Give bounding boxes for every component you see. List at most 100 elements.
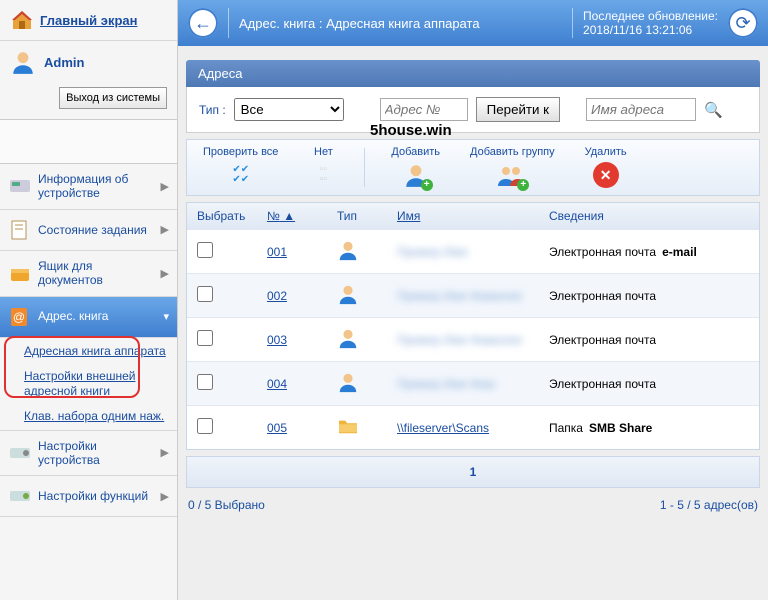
row-details: Электронная почта: [549, 289, 749, 303]
filter-bar: Тип : Все Перейти к 🔍: [186, 87, 760, 133]
refresh-icon: ⟳: [735, 13, 750, 34]
chevron-right-icon: ▶: [161, 180, 169, 193]
delete-icon: ✕: [591, 161, 621, 189]
sidebar-nav: Информация об устройстве ▶ Состояние зад…: [0, 164, 177, 517]
document-box-icon: [8, 261, 32, 285]
type-label: Тип :: [199, 103, 226, 117]
add-group-icon: +: [497, 161, 527, 189]
toolbar: Проверить все ✔✔✔✔ Нет ▫▫▫▫ Добавить + Д: [186, 139, 760, 196]
status-row: 0 / 5 Выбрано 1 - 5 / 5 адрес(ов): [186, 494, 760, 516]
chevron-right-icon: ▶: [161, 490, 169, 503]
row-no-link[interactable]: 003: [267, 333, 287, 347]
table-row: 003 Пример Имя ФамилияЭлектронная почта: [187, 317, 759, 361]
add-person-icon: +: [401, 161, 431, 189]
sub-one-touch-keys[interactable]: Клав. набора одним наж.: [24, 409, 177, 424]
sidebar-item-device-info[interactable]: Информация об устройстве ▶: [0, 164, 177, 210]
check-none-icon: ▫▫▫▫: [308, 161, 338, 189]
back-button[interactable]: ←: [188, 8, 218, 38]
col-no[interactable]: № ▲: [267, 209, 337, 223]
col-name[interactable]: Имя: [397, 209, 549, 223]
chevron-right-icon: ▶: [161, 446, 169, 459]
row-checkbox[interactable]: [197, 242, 213, 258]
address-no-input[interactable]: [380, 98, 468, 121]
user-row: Admin: [0, 41, 177, 83]
logout-button[interactable]: Выход из системы: [59, 87, 167, 109]
row-details: Электронная почта: [549, 333, 749, 347]
address-book-submenu: Адресная книга аппарата Настройки внешне…: [0, 338, 177, 431]
check-all-icon: ✔✔✔✔: [226, 161, 256, 189]
home-row: Главный экран: [0, 0, 177, 41]
sidebar-item-document-box[interactable]: Ящик для документов ▶: [0, 251, 177, 297]
row-checkbox[interactable]: [197, 330, 213, 346]
sidebar-item-device-settings[interactable]: Настройки устройства ▶: [0, 431, 177, 477]
table-row: 001 Пример ИмяЭлектронная почтаe-mail: [187, 229, 759, 273]
sidebar-item-job-status[interactable]: Состояние задания ▶: [0, 210, 177, 251]
chevron-right-icon: ▶: [161, 223, 169, 236]
sidebar-item-address-book[interactable]: @ Адрес. книга ▾: [0, 297, 177, 338]
address-table: Выбрать № ▲ Тип Имя Сведения 001 Пример И…: [186, 202, 760, 450]
range-count: 1 - 5 / 5 адрес(ов): [660, 498, 758, 512]
row-no-link[interactable]: 002: [267, 289, 287, 303]
row-name[interactable]: Пример Имя: [397, 245, 549, 259]
sidebar: Главный экран Admin Выход из системы Инф…: [0, 0, 178, 600]
user-avatar-icon: [10, 49, 36, 75]
check-all-button[interactable]: Проверить все ✔✔✔✔: [199, 146, 282, 189]
row-no-link[interactable]: 004: [267, 377, 287, 391]
chevron-right-icon: ▶: [161, 267, 169, 280]
page-number[interactable]: 1: [470, 465, 477, 479]
row-no-link[interactable]: 005: [267, 421, 287, 435]
add-button[interactable]: Добавить +: [387, 146, 444, 189]
row-checkbox[interactable]: [197, 374, 213, 390]
table-row: 004 Пример Имя ФамЭлектронная почта: [187, 361, 759, 405]
delete-button[interactable]: Удалить ✕: [581, 146, 631, 189]
sub-machine-address-book[interactable]: Адресная книга аппарата: [24, 344, 177, 359]
col-type: Тип: [337, 209, 397, 223]
address-name-input[interactable]: [586, 98, 696, 121]
search-icon[interactable]: 🔍: [704, 101, 723, 119]
person-icon: [337, 327, 359, 349]
row-name[interactable]: Пример Имя Фамилия: [397, 333, 549, 347]
table-row: 005 \\fileserver\ScansПапкаSMB Share: [187, 405, 759, 449]
arrow-left-icon: ←: [194, 13, 212, 34]
folder-icon: [337, 417, 359, 435]
row-checkbox[interactable]: [197, 418, 213, 434]
row-no-link[interactable]: 001: [267, 245, 287, 259]
home-icon: [10, 8, 34, 32]
section-title: Адреса: [186, 60, 760, 87]
pager: 1: [186, 456, 760, 488]
device-info-icon: [8, 174, 32, 198]
table-header: Выбрать № ▲ Тип Имя Сведения: [187, 203, 759, 229]
last-update: Последнее обновление: 2018/11/16 13:21:0…: [583, 9, 718, 38]
table-row: 002 Пример Имя ФамилияЭлектронная почта: [187, 273, 759, 317]
device-settings-icon: [8, 441, 32, 465]
type-select[interactable]: Все: [234, 98, 344, 121]
selected-count: 0 / 5 Выбрано: [188, 498, 265, 512]
address-book-icon: @: [8, 305, 32, 329]
topbar: ← Адрес. книга : Адресная книга аппарата…: [178, 0, 768, 46]
refresh-button[interactable]: ⟳: [728, 8, 758, 38]
user-name: Admin: [44, 55, 84, 70]
svg-text:@: @: [13, 310, 25, 324]
chevron-down-icon: ▾: [163, 310, 169, 323]
person-icon: [337, 371, 359, 393]
row-name[interactable]: Пример Имя Фам: [397, 377, 549, 391]
row-details: Электронная почтаe-mail: [549, 245, 749, 259]
main: ← Адрес. книга : Адресная книга аппарата…: [178, 0, 768, 600]
sidebar-item-function-settings[interactable]: Настройки функций ▶: [0, 476, 177, 517]
job-status-icon: [8, 218, 32, 242]
row-details: Электронная почта: [549, 377, 749, 391]
row-name[interactable]: Пример Имя Фамилия: [397, 289, 549, 303]
row-name[interactable]: \\fileserver\Scans: [397, 421, 549, 435]
person-icon: [337, 283, 359, 305]
add-group-button[interactable]: Добавить группу +: [466, 146, 559, 189]
row-checkbox[interactable]: [197, 286, 213, 302]
col-details: Сведения: [549, 209, 749, 223]
home-link[interactable]: Главный экран: [40, 13, 137, 28]
sub-external-address-book[interactable]: Настройки внешней адресной книги: [24, 369, 177, 399]
col-select: Выбрать: [197, 209, 267, 223]
breadcrumb: Адрес. книга : Адресная книга аппарата: [239, 16, 562, 31]
goto-button[interactable]: Перейти к: [476, 97, 560, 122]
row-details: ПапкаSMB Share: [549, 421, 749, 435]
person-icon: [337, 239, 359, 261]
check-none-button[interactable]: Нет ▫▫▫▫: [304, 146, 342, 189]
